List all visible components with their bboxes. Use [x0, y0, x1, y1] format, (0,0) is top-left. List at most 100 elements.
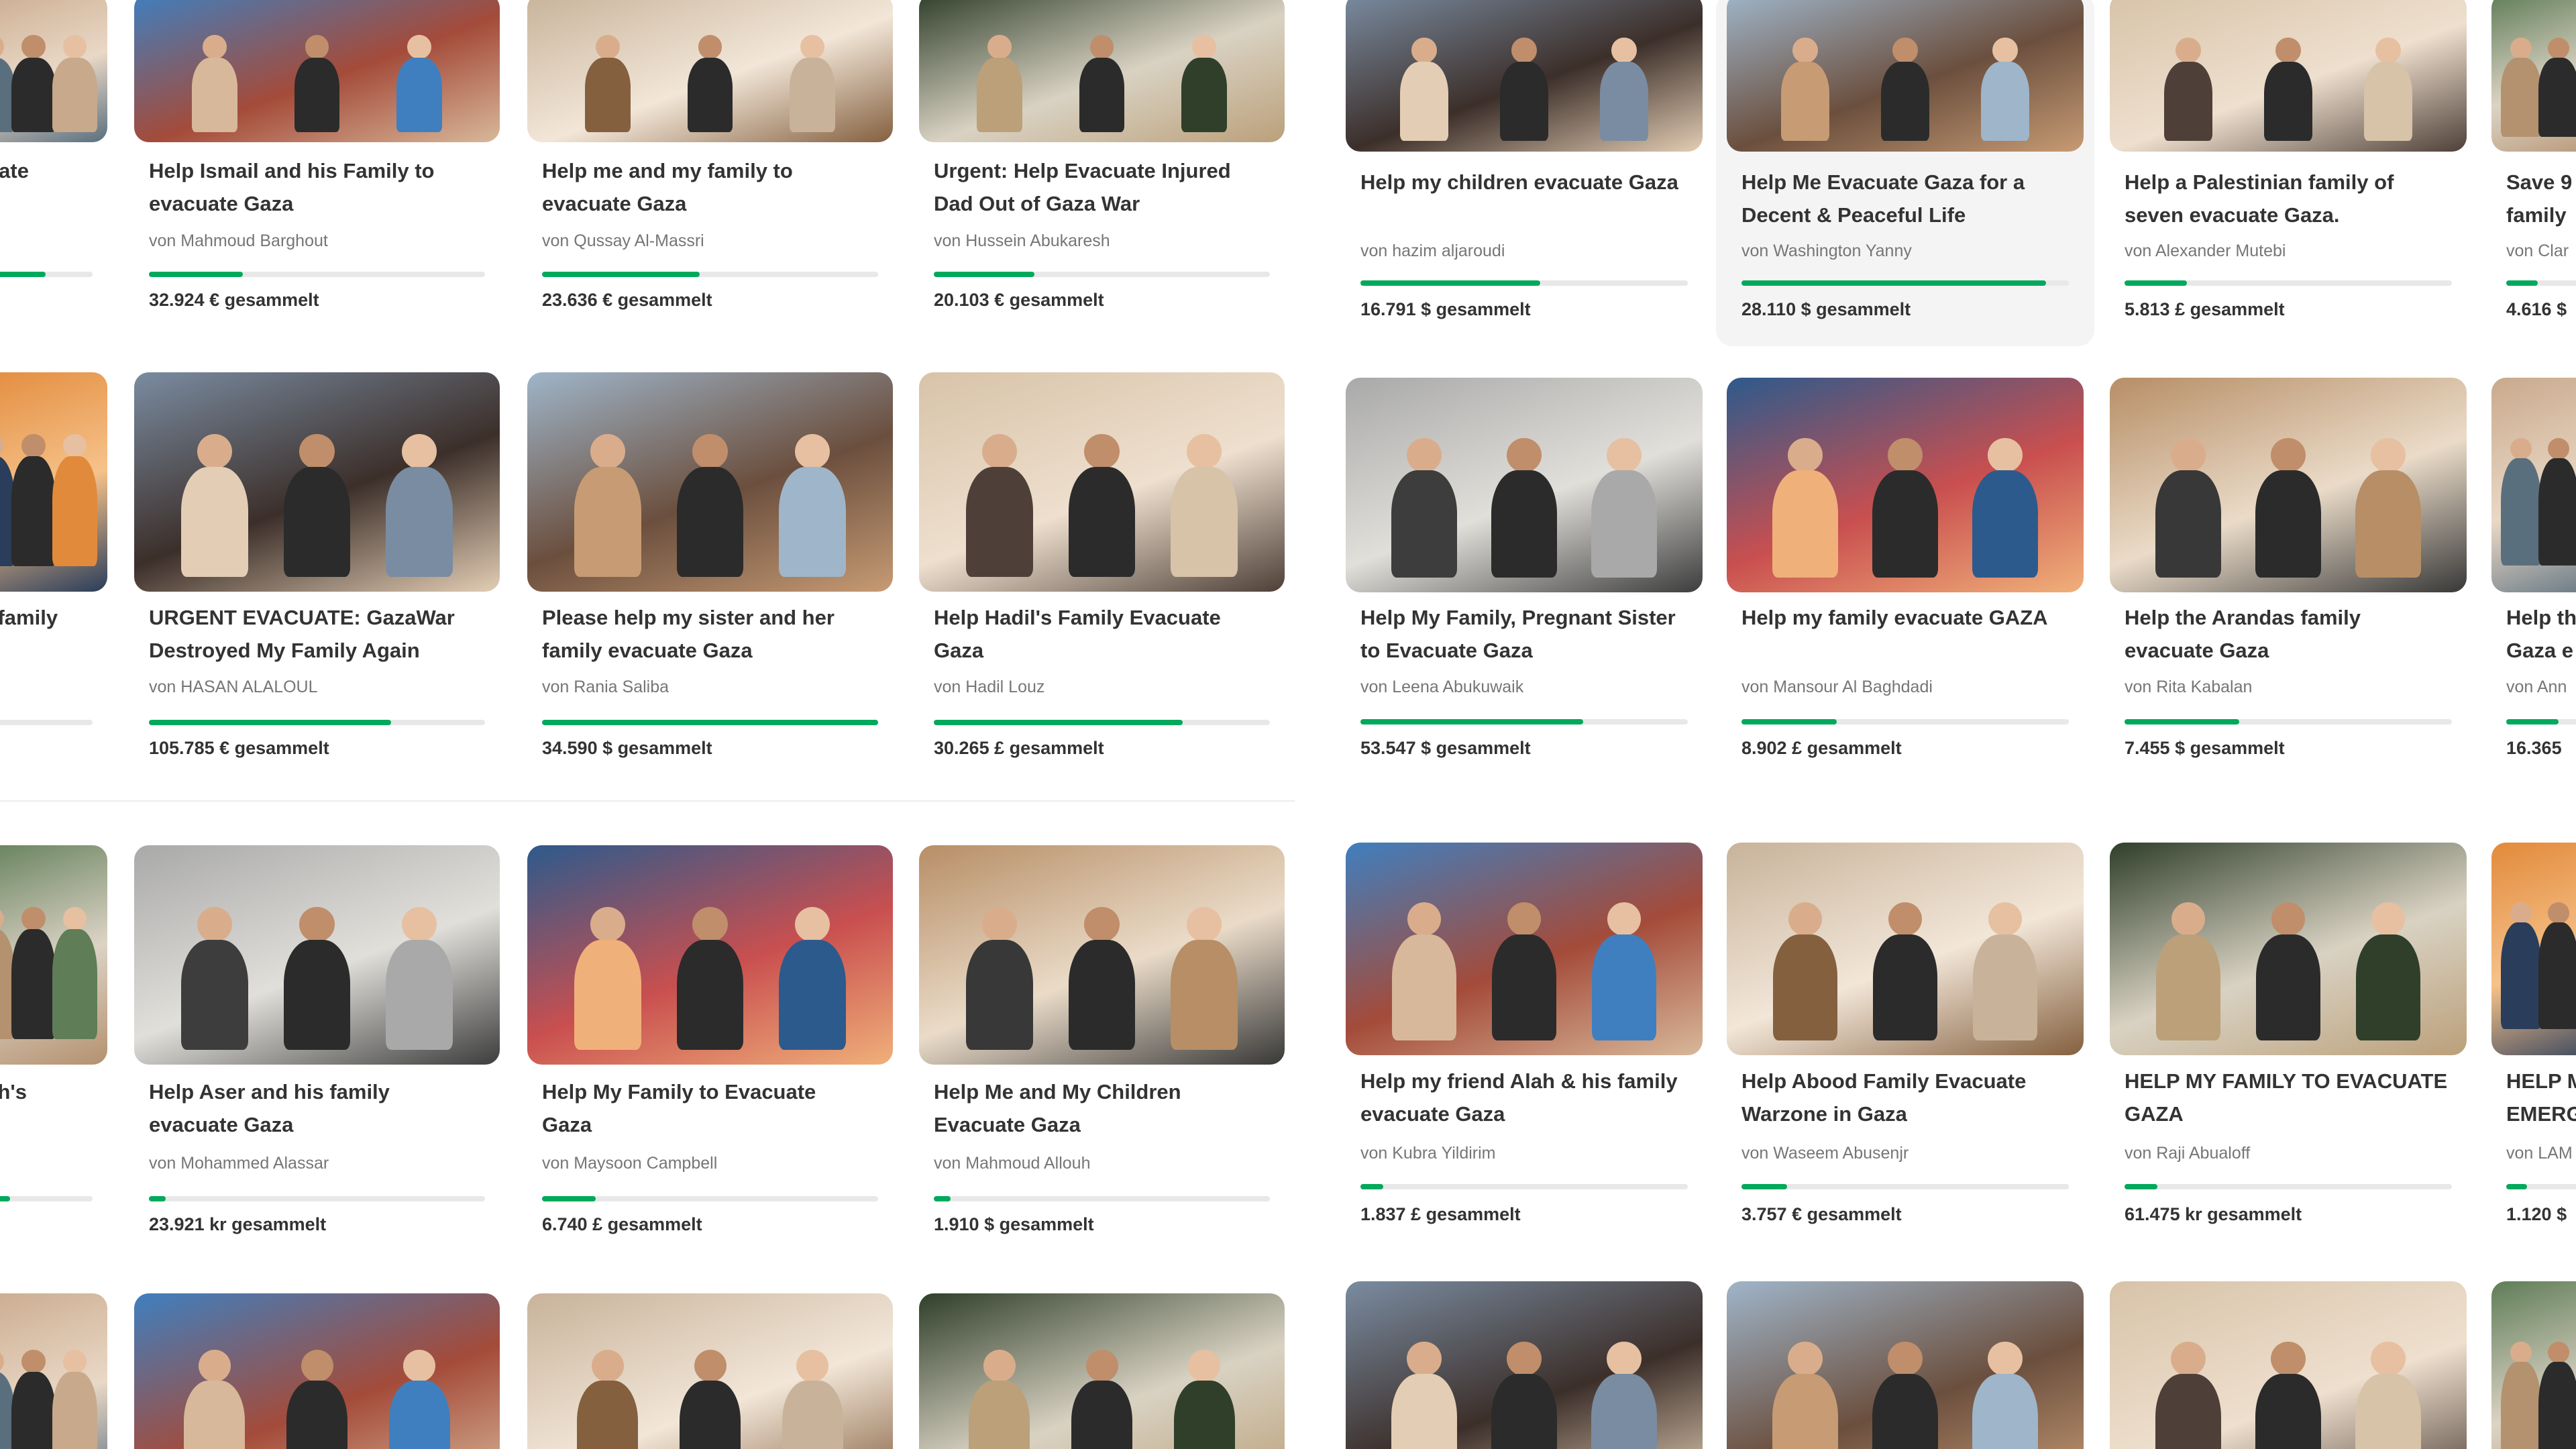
photo-figure [1892, 38, 1918, 63]
fundraiser-image[interactable] [2110, 0, 2467, 152]
fundraiser-image[interactable] [2110, 378, 2467, 592]
fundraiser-image[interactable] [919, 0, 1285, 142]
fundraiser-image[interactable] [1346, 1281, 1703, 1449]
photo-figure-body [2538, 922, 2576, 1029]
photo-figure [1607, 902, 1642, 936]
photo-figure [1192, 35, 1216, 59]
fundraiser-image[interactable] [1727, 0, 2084, 152]
progress-bar [1360, 1184, 1688, 1189]
fundraiser-title[interactable]: Help Aser and his family evacuate Gaza [149, 1075, 494, 1141]
photo-figure-body [1772, 1374, 1838, 1449]
fundraiser-image[interactable] [0, 1293, 107, 1449]
progress-bar [0, 272, 93, 277]
photo-figure [0, 433, 4, 458]
fundraiser-title[interactable]: Help my friend Alah & his family evacuate… [1360, 1065, 1697, 1130]
fundraiser-image[interactable] [919, 372, 1285, 592]
photo-figure-body [11, 456, 56, 566]
fundraiser-image[interactable] [0, 0, 107, 142]
fundraiser-title[interactable]: Help Abood Family Evacuate Warzone in Gaz… [1741, 1065, 2078, 1130]
fundraiser-image[interactable] [134, 1293, 500, 1449]
fundraiser-image[interactable] [527, 845, 893, 1065]
fundraiser-image[interactable] [1727, 378, 2084, 592]
photo-figure [2371, 437, 2406, 472]
fundraiser-title[interactable]: Help a Palestinian family of seven evacua… [2125, 166, 2461, 231]
photo-figure-body [687, 57, 733, 132]
fundraiser-image[interactable] [0, 372, 107, 592]
fundraiser-image[interactable] [919, 845, 1285, 1065]
photo-figure-body [1881, 61, 1929, 141]
fundraiser-title[interactable]: Help me and my family to evacuate Gaza [542, 154, 888, 220]
fundraiser-image[interactable] [2491, 378, 2576, 592]
fundraiser-title[interactable]: llah's [0, 1075, 102, 1108]
fundraiser-title[interactable]: Save 9 family [2506, 166, 2576, 231]
fundraiser-title[interactable]: HELP M EMERG [2506, 1065, 2576, 1130]
progress-bar-fill [1741, 719, 1837, 724]
progress-bar [0, 720, 93, 725]
fundraiser-image[interactable] [2491, 0, 2576, 152]
fundraiser-title[interactable]: Help Me and My Children Evacuate Gaza [934, 1075, 1279, 1141]
photo-figure [1792, 38, 1818, 63]
fundraiser-image[interactable] [527, 0, 893, 142]
fundraiser-image[interactable] [134, 0, 500, 142]
fundraiser-title[interactable]: Help My Family, Pregnant Sister to Evacua… [1360, 601, 1697, 667]
right-fundraiser-grid: Help my children evacuate Gaza von hazim … [1324, 0, 2576, 1449]
fundraiser-organizer: von Hadil Louz [934, 678, 1045, 696]
amount-raised: 105.785 € gesammelt [149, 738, 329, 758]
fundraiser-title[interactable]: cuate [0, 154, 102, 187]
fundraiser-title[interactable]: Help Ismail and his Family to evacuate Ga… [149, 154, 494, 220]
fundraiser-title[interactable]: Help th Gaza e [2506, 601, 2576, 667]
fundraiser-title-line: Help My Family, Pregnant Sister [1360, 606, 1676, 629]
fundraiser-organizer: von Raji Abualoff [2125, 1144, 2251, 1163]
progress-bar-fill [1360, 280, 1541, 286]
photo-figure [1788, 437, 1823, 472]
fundraiser-organizer: von Waseem Abusenjr [1741, 1144, 1909, 1163]
photo-figure-body [574, 467, 641, 577]
photo-figure [1084, 906, 1120, 942]
fundraiser-image[interactable] [527, 372, 893, 592]
fundraiser-organizer: von Mohammed Alassar [149, 1154, 329, 1173]
fundraiser-title-line: Help Ismail and his Family to [149, 159, 435, 182]
amount-raised: 53.547 $ gesammelt [1360, 738, 1531, 758]
fundraiser-image[interactable] [0, 845, 107, 1065]
fundraiser-image[interactable] [2110, 1281, 2467, 1449]
fundraiser-title[interactable]: Help the Arandas family evacuate Gaza [2125, 601, 2461, 667]
amount-raised: 28.110 $ gesammelt [1741, 299, 1911, 319]
fundraiser-title[interactable]: Please help my sister and her family evac… [542, 601, 888, 667]
fundraiser-image[interactable] [2110, 843, 2467, 1055]
photo-figure-body [2538, 458, 2576, 566]
fundraiser-title-line: Help my children evacuate Gaza [1360, 170, 1678, 194]
photo-figure [63, 906, 87, 930]
photo-figure-body [1171, 940, 1238, 1050]
photo-figure-body [11, 1372, 56, 1449]
fundraiser-title[interactable]: Help Hadil's Family Evacuate Gaza [934, 601, 1279, 667]
fundraiser-title-line: family evacuate Gaza [542, 639, 753, 662]
fundraiser-title[interactable]: Help My Family to Evacuate Gaza [542, 1075, 888, 1141]
photo-figure-body [52, 1372, 98, 1449]
fundraiser-title[interactable]: Help Me Evacuate Gaza for a Decent & Peac… [1741, 166, 2078, 231]
fundraiser-card[interactable]: Help Me Evacuate Gaza for a Decent & Peac… [1716, 0, 2094, 346]
fundraiser-image[interactable] [527, 1293, 893, 1449]
photo-figure [1085, 1350, 1118, 1382]
progress-bar [1741, 1184, 2069, 1189]
fundraiser-image[interactable] [1346, 378, 1703, 592]
fundraiser-title[interactable]: Help my family evacuate GAZA [1741, 601, 2078, 634]
fundraiser-image[interactable] [2491, 1281, 2576, 1449]
fundraiser-image[interactable] [1727, 843, 2084, 1055]
fundraiser-title[interactable]: Urgent: Help Evacuate Injured Dad Out of … [934, 154, 1279, 220]
fundraiser-image[interactable] [134, 372, 500, 592]
fundraiser-image[interactable] [134, 845, 500, 1065]
fundraiser-title[interactable]: Help my children evacuate Gaza [1360, 166, 1697, 199]
fundraiser-image[interactable] [1346, 0, 1703, 152]
photo-figure-body [2364, 61, 2412, 141]
fundraiser-image[interactable] [1346, 843, 1703, 1055]
fundraiser-title[interactable]: HELP MY FAMILY TO EVACUATE GAZA [2125, 1065, 2461, 1130]
progress-bar [2125, 280, 2452, 286]
fundraiser-title[interactable]: URGENT EVACUATE: GazaWar Destroyed My Fam… [149, 601, 494, 667]
photo-figure [203, 35, 227, 59]
fundraiser-image[interactable] [2491, 843, 2576, 1055]
fundraiser-title[interactable]: is family [0, 601, 102, 634]
photo-figure [21, 433, 46, 458]
fundraiser-image[interactable] [919, 1293, 1285, 1449]
photo-figure [1089, 35, 1114, 59]
fundraiser-image[interactable] [1727, 1281, 2084, 1449]
